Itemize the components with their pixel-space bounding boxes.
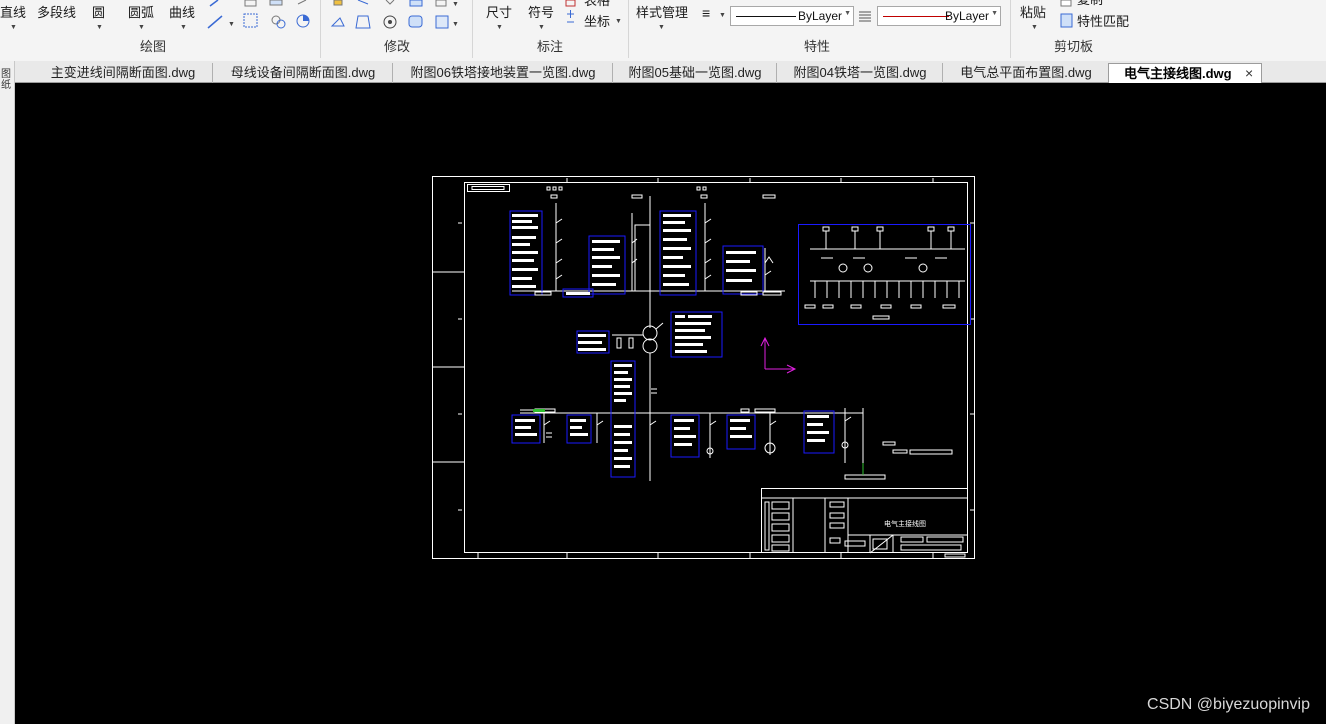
group-separator: [628, 0, 629, 58]
close-icon[interactable]: ×: [1245, 64, 1253, 82]
linetype-value: ByLayer: [797, 9, 842, 23]
green-label: [533, 409, 545, 412]
modify-group-label: 修改: [384, 39, 411, 54]
linetype-preview: [736, 16, 796, 17]
tab-tower-list[interactable]: 附图04铁塔一览图.dwg: [778, 63, 942, 83]
region-boundary-icon[interactable]: [268, 0, 290, 34]
color-hatch-icon[interactable]: [858, 10, 872, 22]
ucs-axis-icon: [760, 336, 797, 374]
tab-busbar-section[interactable]: 母线设备间隔断面图.dwg: [214, 63, 392, 83]
curve-button[interactable]: 曲线: [169, 5, 195, 20]
symbol-button[interactable]: 符号: [528, 5, 554, 20]
linetype-combo[interactable]: ByLayer ▼: [730, 6, 854, 26]
table-icon: [565, 0, 576, 23]
line-button[interactable]: 直线: [0, 5, 26, 20]
draw-group-label: 绘图: [140, 39, 167, 54]
paste-button[interactable]: 粘贴: [1020, 5, 1046, 20]
transformer-spec-bars: [578, 315, 712, 353]
curve-dropdown-icon[interactable]: ▼: [180, 24, 187, 32]
paste-dropdown-icon[interactable]: ▼: [1031, 24, 1038, 32]
tab-label: 电气主接线图.dwg: [1124, 66, 1232, 81]
tab-separator: [612, 63, 613, 83]
table-button[interactable]: 表格: [584, 0, 610, 8]
sheet-inner-border: [464, 182, 968, 553]
lower-label-bars: [515, 364, 829, 468]
cad-drawing: 电气主接线图: [432, 176, 975, 559]
svg-text:▼: ▼: [452, 21, 459, 28]
group-separator: [320, 0, 321, 58]
style-manager-dropdown-icon[interactable]: ▼: [658, 24, 665, 32]
donut-revcloud-icon[interactable]: [294, 0, 316, 34]
copy-icon[interactable]: [1060, 0, 1074, 30]
tab-main-transformer-section[interactable]: 主变进线间隔断面图.dwg: [34, 63, 212, 83]
chevron-down-icon: ▼: [991, 10, 998, 17]
dimension-button[interactable]: 尺寸: [486, 5, 512, 20]
station-service-schematic: [804, 226, 965, 320]
copy-button[interactable]: 复制: [1077, 0, 1103, 7]
lineweight-dropdown-icon[interactable]: ▼: [719, 12, 726, 20]
side-panel-label: 图纸: [1, 69, 11, 91]
tab-foundation-list[interactable]: 附图05基础一览图.dwg: [614, 63, 776, 83]
zone-ticks: [432, 178, 974, 558]
sheet-outer-border: [432, 176, 975, 559]
color-value: ByLayer: [944, 9, 989, 23]
circle-dropdown-icon[interactable]: ▼: [96, 24, 103, 32]
rectangle-hatch-icon[interactable]: [242, 0, 264, 34]
group-separator: [472, 0, 473, 58]
lineweight-icon[interactable]: ≡: [702, 6, 710, 21]
tab-main-wiring-diagram[interactable]: 电气主接线图.dwg: [1108, 63, 1262, 83]
svg-text:▼: ▼: [452, 1, 459, 8]
title-block-name: 电气主接线图: [884, 519, 926, 528]
tab-separator: [212, 63, 213, 83]
group-separator: [1010, 0, 1011, 58]
coordinate-dropdown-icon[interactable]: ▼: [615, 18, 622, 26]
tab-separator: [942, 63, 943, 83]
watermark: CSDN @biyezuopinvip: [1147, 696, 1310, 713]
annotate-group-label: 标注: [537, 39, 564, 54]
chevron-down-icon: ▼: [844, 10, 851, 17]
polyline-button[interactable]: 多段线: [37, 5, 76, 20]
dimension-dropdown-icon[interactable]: ▼: [496, 24, 503, 32]
left-side-panel[interactable]: 图纸: [0, 61, 15, 724]
properties-group-label: 特性: [804, 39, 831, 54]
tab-separator: [776, 63, 777, 83]
circle-button[interactable]: 圆: [92, 5, 105, 20]
document-tab-bar: 主变进线间隔断面图.dwg 母线设备间隔断面图.dwg 附图06铁塔接地装置一览…: [0, 61, 1326, 83]
tab-tower-grounding[interactable]: 附图06铁塔接地装置一览图.dwg: [394, 63, 612, 83]
modify-tools-icons[interactable]: ▼ ▼: [328, 0, 468, 34]
upper-switch-symbols: [534, 186, 782, 296]
draw-small-tools-icon[interactable]: ▼: [206, 0, 235, 34]
match-properties-button[interactable]: 特性匹配: [1077, 14, 1129, 29]
color-combo[interactable]: ByLayer ▼: [877, 6, 1001, 26]
ribbon-toolbar: 直线 ▼ 多段线 圆 ▼ 圆弧 ▼ 曲线 ▼ ▼ 绘图 ▼ ▼ 修改 尺寸 ▼ …: [0, 0, 1326, 62]
upper-selected-blocks: [509, 210, 764, 298]
coordinate-button[interactable]: 坐标: [584, 14, 610, 29]
lower-selected-blocks: [511, 360, 835, 478]
title-block-frame: [761, 488, 968, 558]
clipboard-group-label: 剪切板: [1054, 39, 1094, 54]
arc-dropdown-icon[interactable]: ▼: [138, 24, 145, 32]
arc-button[interactable]: 圆弧: [128, 5, 154, 20]
upper-label-bars: [512, 214, 756, 295]
tab-electrical-layout[interactable]: 电气总平面布置图.dwg: [944, 63, 1108, 83]
line-dropdown-icon[interactable]: ▼: [10, 24, 17, 32]
tab-separator: [392, 63, 393, 83]
symbol-dropdown-icon[interactable]: ▼: [538, 24, 545, 32]
station-service-panel: [798, 224, 971, 325]
drawing-number-box: [467, 184, 510, 192]
color-preview: [883, 16, 949, 17]
drawing-canvas[interactable]: 电气主接线图: [15, 83, 1326, 724]
svg-text:▼: ▼: [228, 21, 235, 28]
style-manager-button[interactable]: 样式管理: [636, 5, 688, 20]
